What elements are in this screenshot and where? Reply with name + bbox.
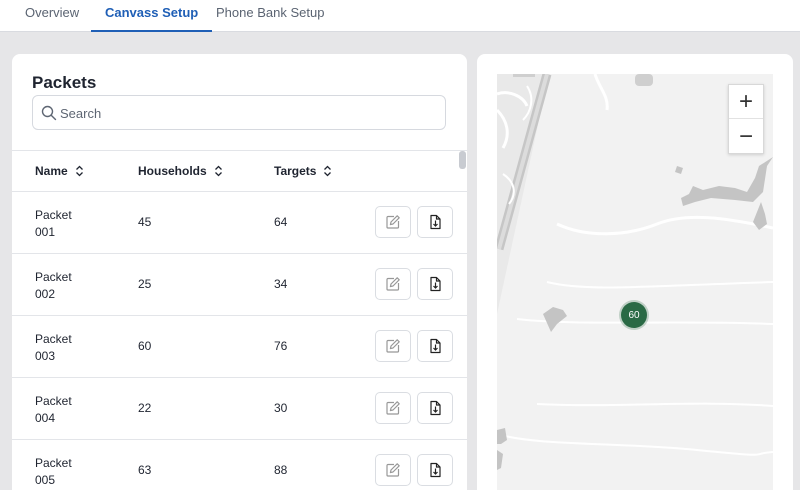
targets-value: 64 xyxy=(274,215,288,229)
households-value: 45 xyxy=(138,215,152,229)
tab-canvass-setup[interactable]: Canvass Setup xyxy=(91,0,213,32)
targets-value: 88 xyxy=(274,463,288,477)
column-label: Households xyxy=(138,164,207,178)
table-row[interactable]: Packet 003 60 76 xyxy=(12,316,467,378)
packet-name: Packet 002 xyxy=(35,270,72,301)
edit-button[interactable] xyxy=(375,454,411,486)
targets-value: 30 xyxy=(274,401,288,415)
table-row[interactable]: Packet 005 63 88 xyxy=(12,440,467,490)
edit-icon xyxy=(386,463,400,477)
tab-overview[interactable]: Overview xyxy=(25,0,79,32)
search-box[interactable] xyxy=(32,95,446,130)
edit-icon xyxy=(386,215,400,229)
households-value: 63 xyxy=(138,463,152,477)
edit-button[interactable] xyxy=(375,392,411,424)
tab-phone-bank-setup[interactable]: Phone Bank Setup xyxy=(216,0,324,32)
table-row[interactable]: Packet 004 22 30 xyxy=(12,378,467,440)
table-scrollbar[interactable] xyxy=(459,151,466,169)
households-value: 22 xyxy=(138,401,152,415)
sort-icon xyxy=(75,165,83,177)
zoom-control: + − xyxy=(728,84,764,154)
households-value: 25 xyxy=(138,277,152,291)
edit-button[interactable] xyxy=(375,206,411,238)
column-label: Targets xyxy=(274,164,317,178)
download-button[interactable] xyxy=(417,454,453,486)
download-button[interactable] xyxy=(417,330,453,362)
edit-icon xyxy=(386,401,400,415)
edit-button[interactable] xyxy=(375,268,411,300)
zoom-in-button[interactable]: + xyxy=(729,85,763,119)
map-cluster-marker[interactable]: 60 xyxy=(621,302,647,328)
column-header-name[interactable]: Name xyxy=(35,164,84,178)
edit-icon xyxy=(386,339,400,353)
top-nav: Overview Canvass Setup Phone Bank Setup xyxy=(0,0,800,32)
sort-icon xyxy=(324,165,332,177)
packet-name: Packet 003 xyxy=(35,332,72,363)
download-file-icon xyxy=(430,338,441,354)
packet-name: Packet 005 xyxy=(35,456,72,487)
packet-name: Packet 001 xyxy=(35,208,72,239)
download-button[interactable] xyxy=(417,268,453,300)
panel-title: Packets xyxy=(32,73,97,92)
households-value: 60 xyxy=(138,339,152,353)
download-button[interactable] xyxy=(417,206,453,238)
packet-name: Packet 004 xyxy=(35,394,72,425)
sort-icon xyxy=(214,165,222,177)
table-header: Name Households Targets xyxy=(12,151,467,192)
map-panel: 60 + − xyxy=(477,54,793,490)
download-file-icon xyxy=(430,400,441,416)
column-header-targets[interactable]: Targets xyxy=(274,164,332,178)
edit-button[interactable] xyxy=(375,330,411,362)
column-header-households[interactable]: Households xyxy=(138,164,223,178)
table-row[interactable]: Packet 002 25 34 xyxy=(12,254,467,316)
packets-panel: Packets Name Households Targets Packet 0… xyxy=(12,54,467,490)
search-icon xyxy=(41,105,57,121)
search-input[interactable] xyxy=(60,102,430,124)
edit-icon xyxy=(386,277,400,291)
table-row[interactable]: Packet 001 45 64 xyxy=(12,192,467,254)
download-file-icon xyxy=(430,276,441,292)
download-button[interactable] xyxy=(417,392,453,424)
packets-table-body: Packet 001 45 64 Packet 002 25 34 Packet… xyxy=(12,192,467,490)
targets-value: 34 xyxy=(274,277,288,291)
column-label: Name xyxy=(35,164,68,178)
zoom-out-button[interactable]: − xyxy=(729,120,763,154)
download-file-icon xyxy=(430,214,441,230)
targets-value: 76 xyxy=(274,339,288,353)
download-file-icon xyxy=(430,462,441,478)
